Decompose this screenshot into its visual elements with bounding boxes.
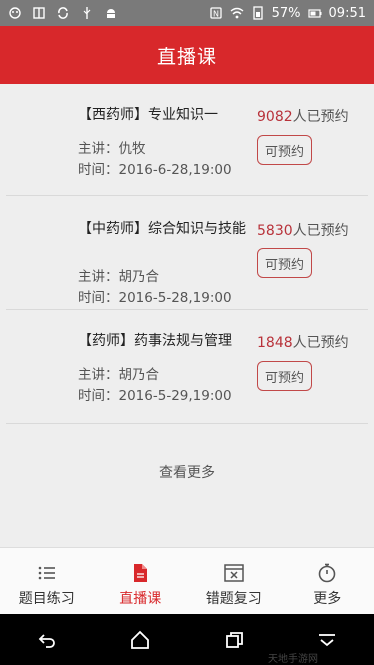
back-icon[interactable] (35, 628, 59, 652)
sync-icon (56, 6, 70, 20)
clock: 09:51 (328, 5, 366, 21)
status-bar: N 57% 09:51 (0, 0, 374, 26)
course-list: 【西药师】专业知识一 主讲：仇牧 时间：2016-6-28,19:00 9082… (0, 84, 374, 424)
system-nav-bar: 天地手游网 (0, 614, 374, 665)
course-time: 时间：2016-5-28,19:00 (78, 290, 232, 306)
reservation-count: 5830人已预约 (257, 220, 349, 240)
keyboard-hide-icon[interactable] (315, 628, 339, 652)
course-item[interactable]: 【中药师】综合知识与技能 主讲：胡乃合 时间：2016-5-28,19:00 5… (6, 196, 368, 310)
course-teacher: 主讲：胡乃合 (78, 367, 159, 383)
nav-item-more[interactable]: 更多 (281, 548, 374, 614)
stopwatch-icon (316, 562, 338, 584)
recents-icon[interactable] (222, 628, 246, 652)
home-icon[interactable] (128, 628, 152, 652)
reserve-button[interactable]: 可预约 (257, 135, 312, 165)
course-time: 时间：2016-5-29,19:00 (78, 388, 232, 404)
course-title: 【药师】药事法规与管理 (78, 333, 232, 349)
status-notifications (8, 6, 118, 20)
battery-percent: 57% (271, 5, 301, 21)
notification-app-icon (8, 6, 22, 20)
nav-item-review[interactable]: 错题复习 (187, 548, 281, 614)
reservation-number: 9082 (257, 109, 293, 125)
battery-icon (307, 6, 322, 20)
reservation-suffix: 人已预约 (292, 335, 349, 351)
reservation-count: 1848人已预约 (257, 332, 349, 352)
nav-label: 题目练习 (18, 591, 75, 607)
course-title: 【西药师】专业知识一 (78, 107, 218, 123)
course-time: 时间：2016-6-28,19:00 (78, 162, 232, 178)
android-icon (104, 6, 118, 20)
course-teacher: 主讲：胡乃合 (78, 269, 159, 285)
reservation-suffix: 人已预约 (292, 109, 349, 125)
view-more-link[interactable]: 查看更多 (0, 462, 374, 482)
course-teacher: 主讲：仇牧 (78, 141, 146, 157)
page-title: 直播课 (156, 45, 217, 68)
nav-label: 更多 (313, 591, 342, 607)
sim-icon (251, 6, 265, 20)
list-icon (36, 562, 58, 584)
course-title: 【中药师】综合知识与技能 (78, 221, 246, 237)
nav-item-live[interactable]: 直播课 (94, 548, 188, 614)
nav-label: 错题复习 (205, 591, 262, 607)
nav-item-practice[interactable]: 题目练习 (0, 548, 94, 614)
usb-icon (80, 6, 94, 20)
wifi-icon (230, 6, 244, 20)
bottom-nav: 题目练习 直播课 错题复习 更多 (0, 547, 374, 614)
status-system: N 57% 09:51 (209, 6, 366, 21)
title-bar: 直播课 (0, 26, 374, 84)
reservation-number: 1848 (257, 335, 293, 351)
course-item[interactable]: 【西药师】专业知识一 主讲：仇牧 时间：2016-6-28,19:00 9082… (6, 84, 368, 196)
document-icon (129, 562, 151, 584)
reservation-suffix: 人已预约 (292, 223, 349, 239)
course-item[interactable]: 【药师】药事法规与管理 主讲：胡乃合 时间：2016-5-29,19:00 18… (6, 310, 368, 424)
nfc-icon: N (209, 6, 223, 20)
error-window-icon (223, 562, 245, 584)
reserve-button[interactable]: 可预约 (257, 361, 312, 391)
reservation-number: 5830 (257, 223, 293, 239)
nav-label: 直播课 (119, 591, 162, 607)
reservation-count: 9082人已预约 (257, 106, 349, 126)
svg-text:N: N (213, 10, 219, 19)
notification-book-icon (32, 6, 46, 20)
reserve-button[interactable]: 可预约 (257, 248, 312, 278)
watermark: 天地手游网 (268, 654, 318, 665)
